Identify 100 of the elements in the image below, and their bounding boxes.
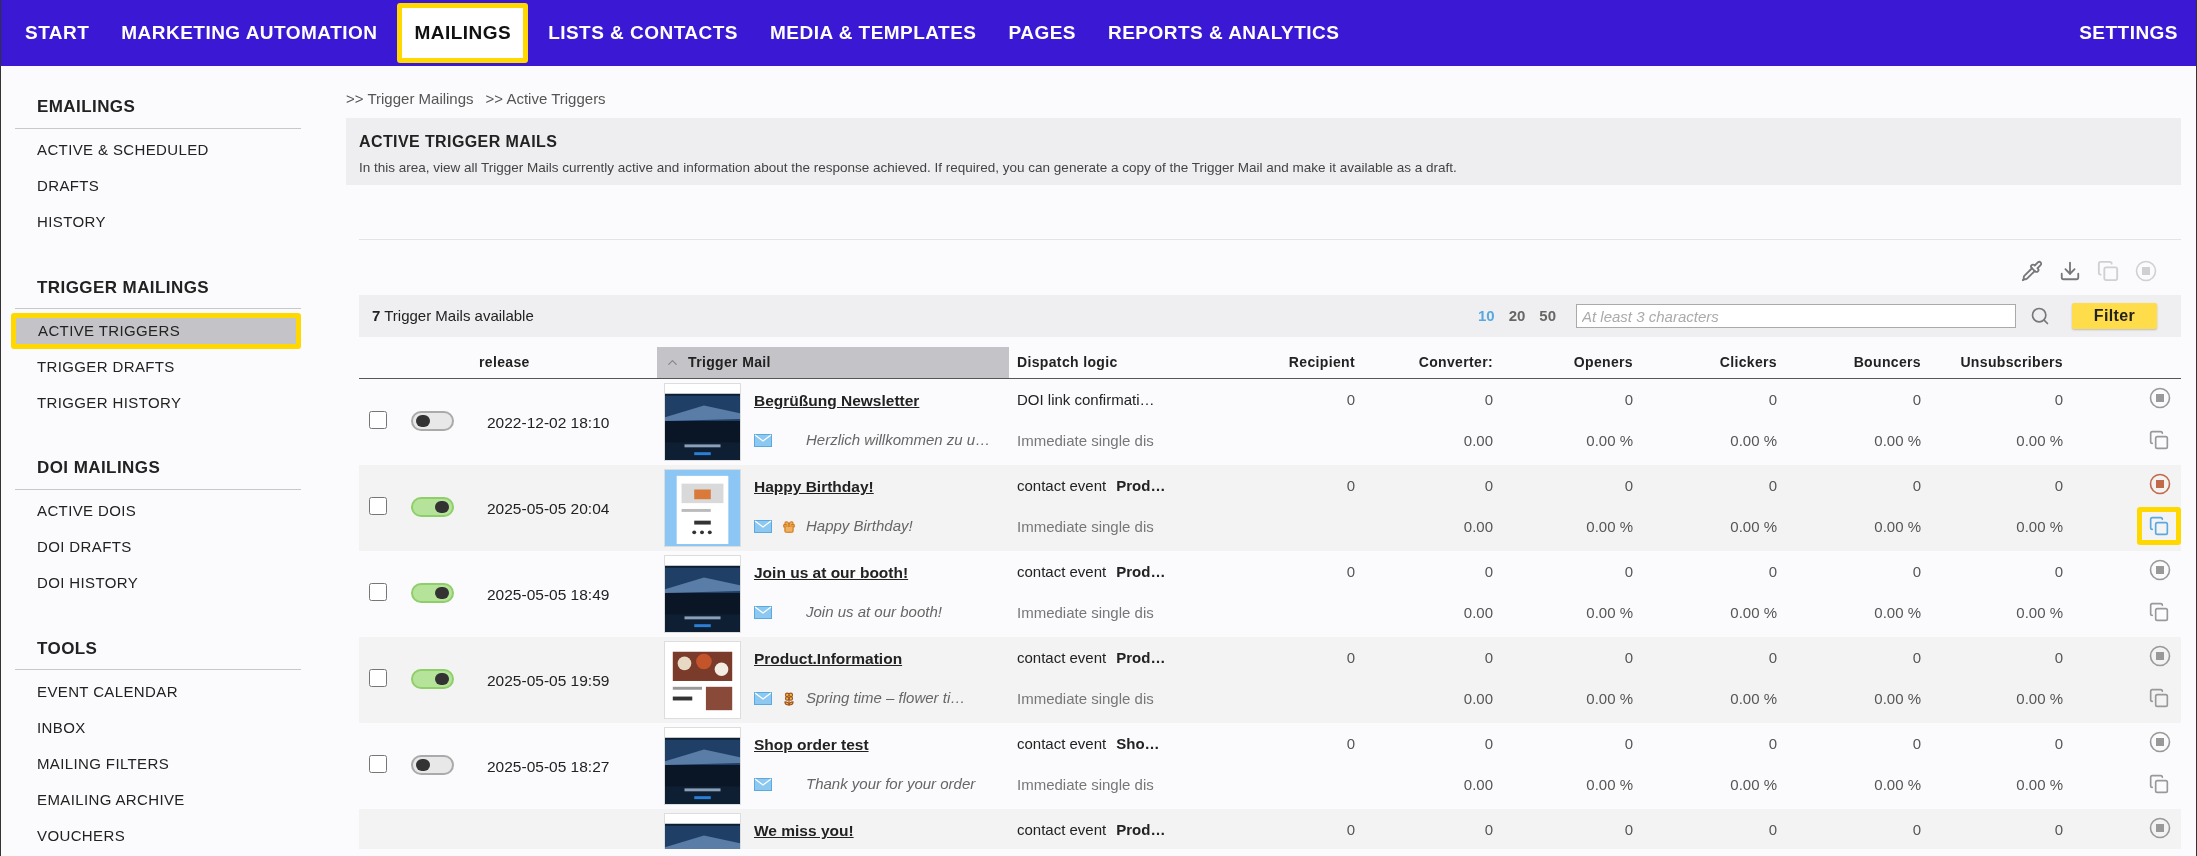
stop-icon[interactable]	[2149, 473, 2171, 495]
settings-tab[interactable]: SETTINGS	[2079, 18, 2178, 48]
column-header[interactable]: Clickers	[1641, 347, 1785, 378]
copy-button[interactable]	[2137, 507, 2181, 545]
stat-rate: 0.00 %	[1874, 602, 1921, 623]
column-header[interactable]: Recipient	[1201, 347, 1363, 378]
nav-tab[interactable]: REPORTS & ANALYTICS	[1096, 3, 1352, 63]
sidebar-item[interactable]: ACTIVE & SCHEDULED	[15, 132, 301, 169]
table-row[interactable]: 2022-12-02 18:10 Begrüßung Newsletter Herzlich willkommen zu u… DOI link confirmati… Immediate single dis 0 0 0.00 0 0.00 % 0 0.00 % 0 0.00 % 0 0.00 %	[359, 379, 2181, 465]
stat-count: 0	[1912, 820, 1921, 840]
nav-tab[interactable]: LISTS & CONTACTS	[536, 3, 750, 63]
stat-rate: 0.00 %	[1586, 430, 1633, 451]
column-header[interactable]: Unsubscribers	[1929, 347, 2071, 378]
table-row[interactable]: 2025-05-05 18:27 Shop order test Thank your for your order contact event Sho… Immediate single dis 0 0 0.00 0 0.00 % 0 0.00 % 0 0.00 % 0 0.00 %	[359, 723, 2181, 809]
stat-count: 0	[2054, 476, 2063, 496]
mail-title-link[interactable]: Product.Information	[754, 647, 966, 671]
filter-button[interactable]: Filter	[2072, 303, 2157, 329]
mail-count: 7 Trigger Mails available	[372, 305, 534, 326]
nav-tab[interactable]: MEDIA & TEMPLATES	[758, 3, 989, 63]
nav-tab[interactable]: MAILINGS	[397, 3, 529, 63]
column-header[interactable]: Dispatch logic	[1009, 347, 1201, 378]
row-checkbox[interactable]	[369, 755, 387, 773]
pipette-icon[interactable]	[2021, 260, 2043, 282]
search-icon[interactable]	[2030, 306, 2050, 326]
sidebar-item[interactable]: DOI HISTORY	[15, 565, 301, 602]
sidebar-item[interactable]: TRIGGER HISTORY	[15, 385, 301, 421]
sidebar-item[interactable]: EMAILING ARCHIVE	[15, 782, 301, 818]
toggle-switch[interactable]	[411, 411, 454, 431]
download-icon[interactable]	[2059, 260, 2081, 282]
stat-count: 0	[2054, 648, 2063, 668]
stat-count: 0	[1768, 648, 1777, 668]
stat-count: 0	[1624, 734, 1633, 754]
sidebar-item[interactable]: MAILING FILTERS	[15, 746, 301, 782]
column-header[interactable]: Openers	[1501, 347, 1641, 378]
stat-count: 0	[1624, 820, 1633, 840]
stop-icon[interactable]	[2149, 387, 2171, 409]
sidebar-item[interactable]: ACTIVE TRIGGERS	[11, 313, 301, 349]
sidebar-item[interactable]: HISTORY	[15, 204, 301, 241]
sidebar-item[interactable]: DOI DRAFTS	[15, 529, 301, 566]
stat-rate: 0.00 %	[2016, 430, 2063, 451]
stat-count: 0	[2054, 734, 2063, 754]
sidebar-item[interactable]: ACTIVE DOIS	[15, 493, 301, 530]
sidebar-item[interactable]: DRAFTS	[15, 168, 301, 205]
stat-rate: 0.00 %	[2016, 774, 2063, 795]
dispatch-target: Sho…	[1116, 734, 1160, 754]
stat-count: 0	[1484, 562, 1493, 582]
breadcrumb-link[interactable]: >> Active Triggers	[485, 88, 606, 118]
dispatch-mode: Immediate single dis	[1017, 516, 1155, 537]
stat-count: 0	[1912, 562, 1921, 582]
page-description: In this area, view all Trigger Mails currently active and information about the response achieved. If required, you can generate a copy of the Trigger Mail and make it available as a draft.	[359, 159, 1458, 177]
nav-tab[interactable]: MARKETING AUTOMATION	[109, 3, 390, 63]
mail-title-link[interactable]: Begrüßung Newsletter	[754, 389, 991, 413]
row-checkbox[interactable]	[369, 411, 387, 429]
mail-subject: Thank your for your order	[806, 774, 976, 795]
toggle-switch[interactable]	[411, 497, 454, 517]
section-heading: TOOLS	[15, 635, 301, 670]
stat-count: 0	[1484, 734, 1493, 754]
mail-subject: Herzlich willkommen zu u…	[806, 430, 991, 451]
table-row[interactable]: 2025-05-05 20:04 Happy Birthday! Happy Birthday! contact event Prod… Immediate single dis 0 0 0.00 0 0.00 % 0 0.00 % 0 0.00 % 0 0.00 %	[359, 465, 2181, 551]
release-date: 2025-05-05 18:27	[487, 758, 610, 775]
stop-icon[interactable]	[2149, 645, 2171, 667]
stat-rate: 0.00 %	[1730, 688, 1777, 709]
stat-count: 0	[1484, 390, 1493, 410]
row-checkbox[interactable]	[369, 669, 387, 687]
mail-title-link[interactable]: Join us at our booth!	[754, 561, 942, 585]
stop-icon[interactable]	[2149, 817, 2171, 839]
mail-title-link[interactable]: Happy Birthday!	[754, 475, 913, 499]
release-date: 2022-12-02 18:10	[487, 414, 610, 431]
stat-rate: 0.00	[1463, 430, 1493, 451]
stat-count: 0	[1768, 390, 1777, 410]
stat-count: 0	[1912, 648, 1921, 668]
sidebar-item[interactable]: INBOX	[15, 710, 301, 746]
stat-rate: 0.00 %	[1874, 516, 1921, 537]
column-header[interactable]: release	[471, 347, 657, 378]
mail-title-link[interactable]: We miss you!	[754, 819, 854, 843]
breadcrumb-link[interactable]: >> Trigger Mailings	[346, 88, 474, 118]
sidebar-item[interactable]: TRIGGER DRAFTS	[15, 349, 301, 385]
column-header[interactable]: Converter:	[1363, 347, 1501, 378]
column-header[interactable]: Trigger Mail	[657, 347, 1009, 378]
row-checkbox[interactable]	[369, 497, 387, 515]
nav-tab[interactable]: START	[13, 3, 102, 63]
sidebar-item[interactable]: VOUCHERS	[15, 818, 301, 854]
table-row[interactable]: 2025-05-05 18:49 Join us at our booth! Join us at our booth! contact event Prod… Immediate single dis 0 0 0.00 0 0.00 % 0 0.00 % 0 0.00 % 0 0.00 %	[359, 551, 2181, 637]
page-size-option[interactable]: 50	[1539, 304, 1556, 328]
stop-icon[interactable]	[2149, 559, 2171, 581]
sidebar-item[interactable]: EVENT CALENDAR	[15, 674, 301, 710]
page-size-option[interactable]: 20	[1508, 304, 1526, 328]
stat-rate: 0.00 %	[1730, 774, 1777, 795]
toggle-switch[interactable]	[411, 583, 454, 603]
search-field[interactable]: At least 3 characters	[1576, 304, 2016, 328]
mail-title-link[interactable]: Shop order test	[754, 733, 976, 757]
nav-tab[interactable]: PAGES	[996, 3, 1088, 63]
stop-icon[interactable]	[2149, 731, 2171, 753]
column-header[interactable]: Bouncers	[1785, 347, 1929, 378]
toggle-switch[interactable]	[411, 669, 454, 689]
toggle-switch[interactable]	[411, 755, 454, 775]
row-checkbox[interactable]	[369, 583, 387, 601]
table-row[interactable]: We miss you! contact event Prod… 0 0 0 0 0 0	[359, 809, 2181, 849]
dispatch-mode: Immediate single dis	[1017, 688, 1155, 709]
table-row[interactable]: 2025-05-05 19:59 Product.Information Spring time – flower ti… contact event Prod… Immediate single dis 0 0 0.00 0 0.00 % 0 0.00 % 0 0.00 % 0 0.00 %	[359, 637, 2181, 723]
